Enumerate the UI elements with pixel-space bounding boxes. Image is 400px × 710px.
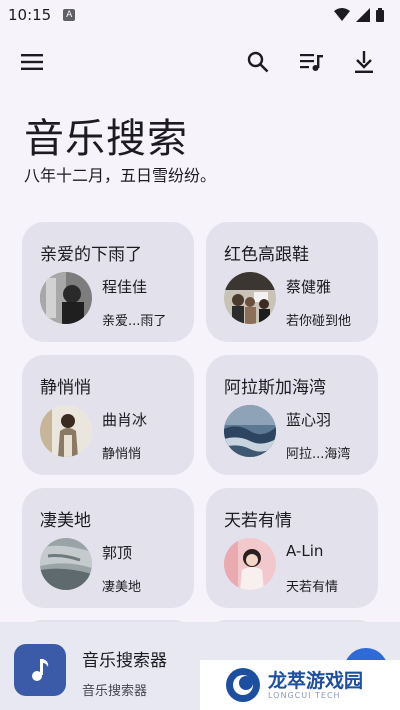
song-title: 天若有情 bbox=[224, 511, 292, 531]
now-playing-art bbox=[14, 644, 66, 696]
song-card[interactable]: 阿拉斯加海湾 蓝心羽 阿拉...海湾 bbox=[206, 355, 378, 475]
watermark-text: 龙萃游戏园 bbox=[268, 669, 364, 692]
now-playing-title: 音乐搜索器 bbox=[82, 651, 167, 671]
song-artist: 程佳佳 bbox=[102, 278, 148, 296]
search-button[interactable] bbox=[244, 48, 272, 76]
now-playing-subtitle: 音乐搜索器 bbox=[82, 684, 148, 699]
song-artist: A-Lin bbox=[286, 542, 324, 560]
watermark-subtext: LONGCUI TECH bbox=[268, 690, 341, 700]
page-title: 音乐搜索 bbox=[24, 116, 188, 162]
status-time: 10:15 bbox=[8, 6, 52, 24]
song-card[interactable]: 红色高跟鞋 蔡健雅 若你碰到他 bbox=[206, 222, 378, 342]
battery-icon bbox=[376, 8, 384, 22]
download-button[interactable] bbox=[350, 48, 378, 76]
song-title: 红色高跟鞋 bbox=[224, 245, 309, 265]
menu-button[interactable] bbox=[18, 48, 46, 76]
song-album: 阿拉...海湾 bbox=[286, 447, 351, 462]
song-album: 亲爱...雨了 bbox=[102, 314, 167, 329]
song-artist: 曲肖冰 bbox=[102, 411, 148, 429]
song-card[interactable]: 亲爱的下雨了 程佳佳 亲爱...雨了 bbox=[22, 222, 194, 342]
playlist-icon bbox=[300, 54, 323, 71]
wifi-icon bbox=[334, 8, 350, 21]
cellular-icon bbox=[356, 8, 370, 22]
page-subtitle: 八年十二月，五日雪纷纷。 bbox=[24, 166, 217, 185]
watermark-logo-icon bbox=[226, 668, 260, 702]
notification-icon: A bbox=[63, 9, 76, 21]
search-icon bbox=[247, 51, 269, 73]
song-album: 天若有情 bbox=[286, 580, 339, 595]
album-art bbox=[40, 272, 92, 324]
song-title: 凄美地 bbox=[40, 511, 91, 531]
music-note-icon bbox=[32, 659, 49, 681]
song-title: 亲爱的下雨了 bbox=[40, 245, 142, 265]
top-app-bar bbox=[0, 44, 400, 80]
status-bar: 10:15 A bbox=[0, 0, 400, 30]
download-icon bbox=[355, 51, 373, 73]
song-album: 凄美地 bbox=[102, 580, 142, 595]
album-art bbox=[224, 538, 276, 590]
menu-icon bbox=[21, 54, 43, 70]
song-card[interactable]: 天若有情 A-Lin 天若有情 bbox=[206, 488, 378, 608]
song-title: 静悄悄 bbox=[40, 378, 91, 398]
album-art bbox=[224, 272, 276, 324]
album-art bbox=[224, 405, 276, 457]
song-artist: 郭顶 bbox=[102, 544, 133, 562]
song-card[interactable]: 凄美地 郭顶 凄美地 bbox=[22, 488, 194, 608]
song-album: 若你碰到他 bbox=[286, 314, 352, 329]
song-title: 阿拉斯加海湾 bbox=[224, 378, 326, 398]
song-artist: 蔡健雅 bbox=[286, 278, 332, 296]
album-art bbox=[40, 538, 92, 590]
status-icons bbox=[334, 8, 384, 22]
song-card[interactable]: 静悄悄 曲肖冰 静悄悄 bbox=[22, 355, 194, 475]
queue-button[interactable] bbox=[298, 48, 326, 76]
watermark: 龙萃游戏园 LONGCUI TECH bbox=[200, 660, 400, 710]
song-album: 静悄悄 bbox=[102, 447, 142, 462]
album-art bbox=[40, 405, 92, 457]
song-artist: 蓝心羽 bbox=[286, 411, 332, 429]
